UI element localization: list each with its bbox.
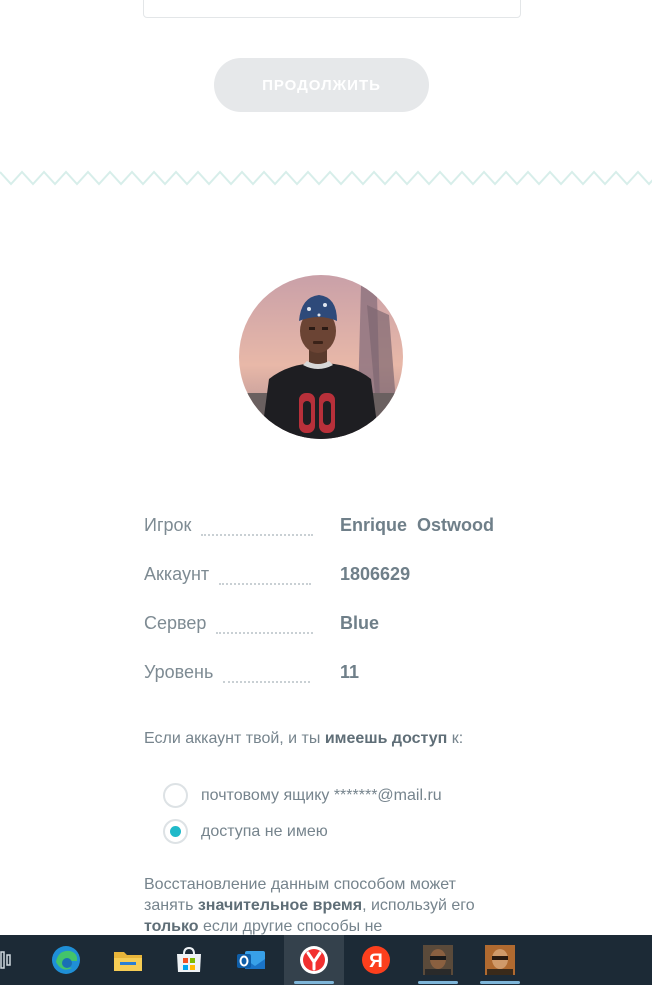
outlook-icon[interactable] — [221, 935, 281, 985]
radio-option-email[interactable]: почтовому ящику *******@mail.ru — [163, 783, 442, 808]
continue-button[interactable]: ПРОДОЛЖИТЬ — [214, 58, 429, 112]
info-row-level: Уровень 11 — [144, 655, 544, 685]
account-value: 1806629 — [340, 564, 411, 584]
note-bold2: только — [144, 918, 199, 935]
windows-taskbar: Я — [0, 935, 652, 985]
svg-text:Я: Я — [369, 951, 383, 972]
info-row-account: Аккаунт 1806629 — [144, 557, 544, 587]
note-part2: , используй его — [362, 897, 475, 914]
radio-button[interactable] — [163, 783, 188, 808]
dotted-leader — [223, 681, 311, 683]
active-app-indicator — [294, 981, 334, 984]
note-bold1: значительное время — [197, 897, 363, 914]
task-view-icon[interactable] — [0, 949, 12, 971]
top-input-field[interactable] — [143, 0, 521, 18]
radio-button-selected[interactable] — [163, 819, 188, 844]
running-app-indicator — [418, 981, 458, 984]
radio-label-email: почтовому ящику *******@mail.ru — [201, 786, 442, 804]
player-label: Игрок — [144, 515, 192, 535]
info-row-player: Игрок Enrique Ostwood — [144, 508, 544, 538]
game-avatar-icon-2[interactable] — [470, 935, 530, 985]
yandex-browser-icon[interactable] — [284, 935, 344, 985]
zigzag-divider — [0, 170, 652, 186]
level-label: Уровень — [144, 662, 214, 682]
recovery-note: Восстановление данным способом может зан… — [144, 874, 494, 937]
game-avatar-icon-1[interactable] — [408, 935, 468, 985]
player-avatar — [239, 275, 403, 439]
server-value: Blue — [340, 613, 380, 633]
dotted-leader — [219, 583, 312, 585]
dotted-leader — [216, 632, 314, 634]
access-bold: имеешь доступ — [324, 730, 448, 747]
level-value: 11 — [340, 662, 360, 682]
note-part3: если другие способы не — [198, 918, 383, 935]
player-value: Enrique Ostwood — [340, 515, 495, 535]
edge-icon[interactable] — [36, 935, 96, 985]
access-prefix: Если аккаунт твой, и ты — [144, 730, 325, 747]
radio-selected-dot — [170, 826, 181, 837]
yandex-icon[interactable]: Я — [346, 935, 406, 985]
running-app-indicator — [480, 981, 520, 984]
radio-option-no-access[interactable]: доступа не имею — [163, 819, 328, 844]
access-suffix: к: — [447, 730, 464, 747]
access-question: Если аккаунт твой, и ты имеешь доступ к: — [144, 730, 463, 748]
server-label: Сервер — [144, 613, 207, 633]
info-row-server: Сервер Blue — [144, 606, 544, 636]
file-explorer-icon[interactable] — [98, 935, 158, 985]
radio-label-no-access: доступа не имею — [201, 822, 328, 840]
microsoft-store-icon[interactable] — [159, 935, 219, 985]
dotted-leader — [201, 534, 314, 536]
account-label: Аккаунт — [144, 564, 210, 584]
